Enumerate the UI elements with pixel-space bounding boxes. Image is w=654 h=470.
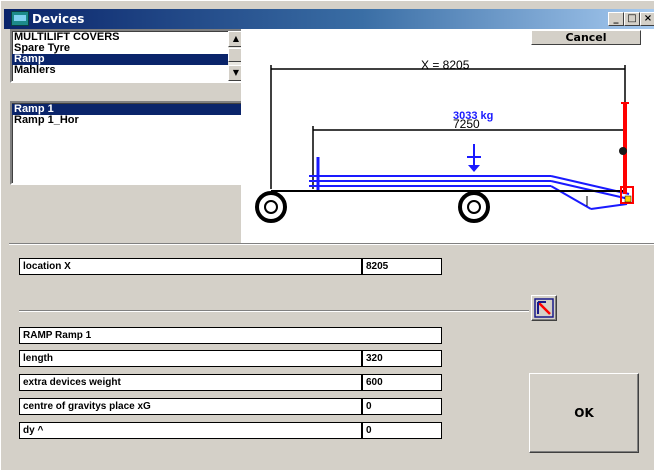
- x-dimension-label: X = 8205: [421, 58, 470, 72]
- separator-line: [9, 243, 654, 245]
- length-label: length: [19, 350, 362, 367]
- weight-input[interactable]: 600: [362, 374, 442, 391]
- ok-button[interactable]: OK: [529, 373, 639, 453]
- title-bar[interactable]: Devices _ □ ×: [4, 9, 654, 29]
- device-list-item[interactable]: Mahlers: [12, 65, 228, 76]
- divider-line: [19, 310, 529, 312]
- edit-arrow-button[interactable]: [531, 295, 557, 321]
- device-name-field: RAMP Ramp 1: [19, 327, 442, 344]
- dy-input[interactable]: 0: [362, 422, 442, 439]
- front-wheel: [255, 191, 287, 223]
- dy-label: dy ^: [19, 422, 362, 439]
- cog-label: centre of gravitys place xG: [19, 398, 362, 415]
- location-label: location X: [19, 258, 362, 275]
- cog-input[interactable]: 0: [362, 398, 442, 415]
- devices-app-icon: [11, 11, 29, 26]
- length-input[interactable]: 320: [362, 350, 442, 367]
- variant-list[interactable]: Ramp 1 Ramp 1_Hor: [10, 101, 246, 185]
- location-x-input[interactable]: 8205: [362, 258, 442, 275]
- maximize-button[interactable]: □: [624, 12, 640, 26]
- cancel-button[interactable]: Cancel: [531, 30, 641, 45]
- load-arrow-head: [468, 165, 480, 172]
- trailer-diagram: X = 8205 7250 3033 kg: [241, 29, 654, 244]
- device-pivot: [619, 147, 627, 155]
- window-title: Devices: [32, 12, 85, 26]
- trailer-drawing: X = 8205 7250 3033 kg: [255, 58, 634, 223]
- rear-wheel: [458, 191, 490, 223]
- devices-window: Devices _ □ × MULTILIFT COVERS Spare Tyre…: [0, 0, 654, 470]
- weight-label: extra devices weight: [19, 374, 362, 391]
- minimize-button[interactable]: _: [608, 12, 624, 26]
- load-weight-label: 3033 kg: [453, 110, 493, 122]
- close-button[interactable]: ×: [640, 12, 654, 26]
- edit-arrow-icon: [534, 298, 554, 318]
- device-list[interactable]: MULTILIFT COVERS Spare Tyre Ramp Mahlers ▲ …: [10, 29, 246, 83]
- variant-list-item[interactable]: Ramp 1_Hor: [12, 115, 244, 126]
- device-marker: [624, 195, 632, 203]
